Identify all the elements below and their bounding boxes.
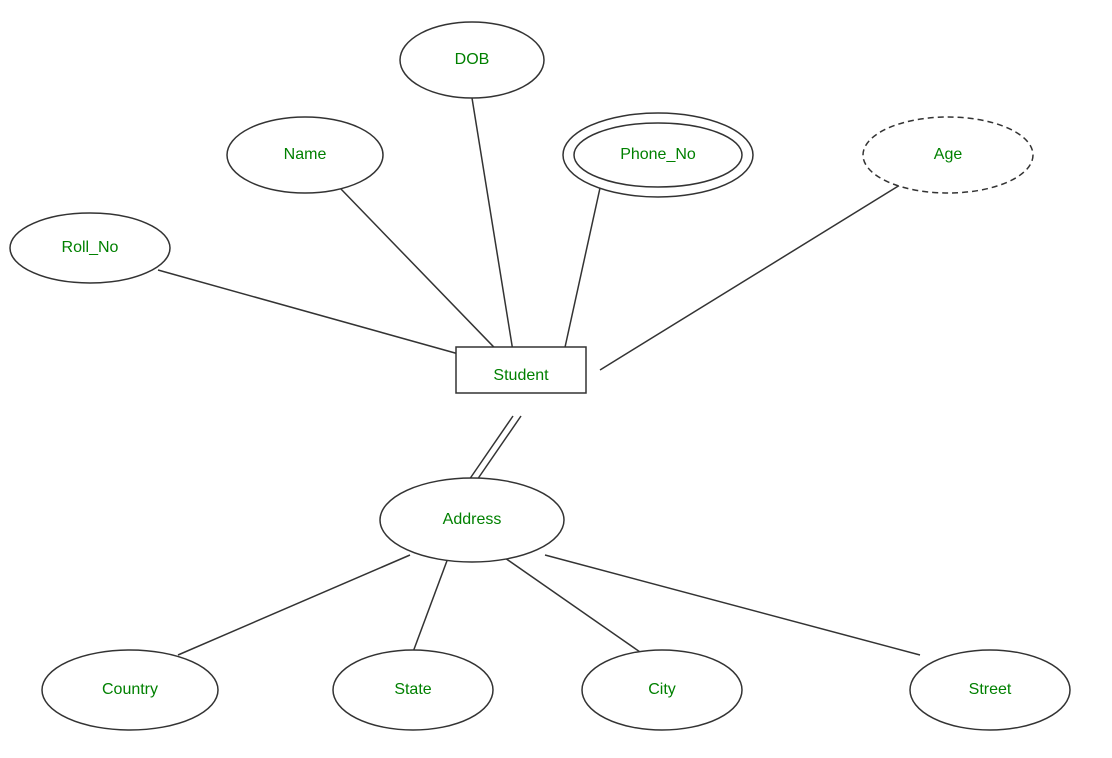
connector-dob-student — [472, 98, 516, 370]
connector-age-student — [600, 185, 900, 370]
phoneno-label: Phone_No — [620, 146, 696, 163]
connector-phoneno-student — [560, 188, 600, 370]
connector-address-street — [545, 555, 920, 655]
age-label: Age — [934, 146, 963, 163]
connector-address-country — [178, 555, 410, 655]
connector-address-city — [505, 558, 640, 652]
street-label: Street — [969, 681, 1012, 698]
connector-student-address-2 — [477, 416, 521, 480]
address-label: Address — [443, 511, 502, 528]
state-label: State — [394, 681, 431, 698]
city-label: City — [648, 681, 676, 698]
connector-student-address-1 — [469, 416, 513, 480]
name-label: Name — [284, 146, 327, 163]
rollno-label: Roll_No — [62, 239, 119, 256]
connector-name-student — [340, 188, 516, 370]
er-diagram: Student DOB Name Phone_No Age Roll_No Ad… — [0, 0, 1112, 753]
student-label: Student — [493, 367, 549, 384]
dob-label: DOB — [455, 51, 490, 68]
connector-address-state — [413, 558, 448, 652]
country-label: Country — [102, 681, 158, 698]
